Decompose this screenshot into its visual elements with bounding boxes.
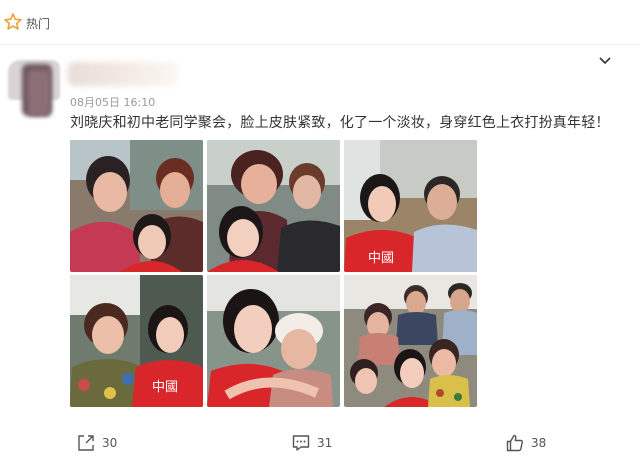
username-blurred[interactable] [68, 62, 178, 86]
photo-4[interactable]: 中國 [70, 275, 203, 407]
thumbs-up-icon [506, 434, 523, 452]
avatar[interactable] [8, 60, 60, 120]
shirt-caption-3: 中國 [368, 251, 394, 266]
post-time: 16:10 [123, 96, 156, 109]
photo-3[interactable]: 中國 [344, 140, 477, 272]
post-text: 刘晓庆和初中老同学聚会，脸上皮肤紧致，化了一个淡妆，身穿红色上衣打扮真年轻！ [70, 115, 610, 131]
feed-header: 热门 [0, 0, 640, 45]
comment-icon [292, 435, 310, 451]
post-timestamp: 08月05日 16:10 [70, 94, 155, 110]
hot-tab-label[interactable]: 热门 [26, 15, 50, 32]
shirt-caption-4: 中國 [152, 380, 178, 395]
share-icon [78, 435, 94, 451]
post-date: 08月05日 [70, 96, 120, 109]
photo-2[interactable] [207, 140, 340, 272]
photo-5[interactable] [207, 275, 340, 407]
star-icon[interactable] [3, 12, 23, 32]
photo-6[interactable] [344, 275, 477, 407]
chevron-down-icon[interactable] [598, 55, 612, 67]
share-count: 30 [102, 436, 118, 450]
action-bar: 30 31 38 [0, 425, 640, 461]
photo-1[interactable] [70, 140, 203, 272]
like-count: 38 [531, 436, 547, 450]
comment-count: 31 [317, 436, 333, 450]
